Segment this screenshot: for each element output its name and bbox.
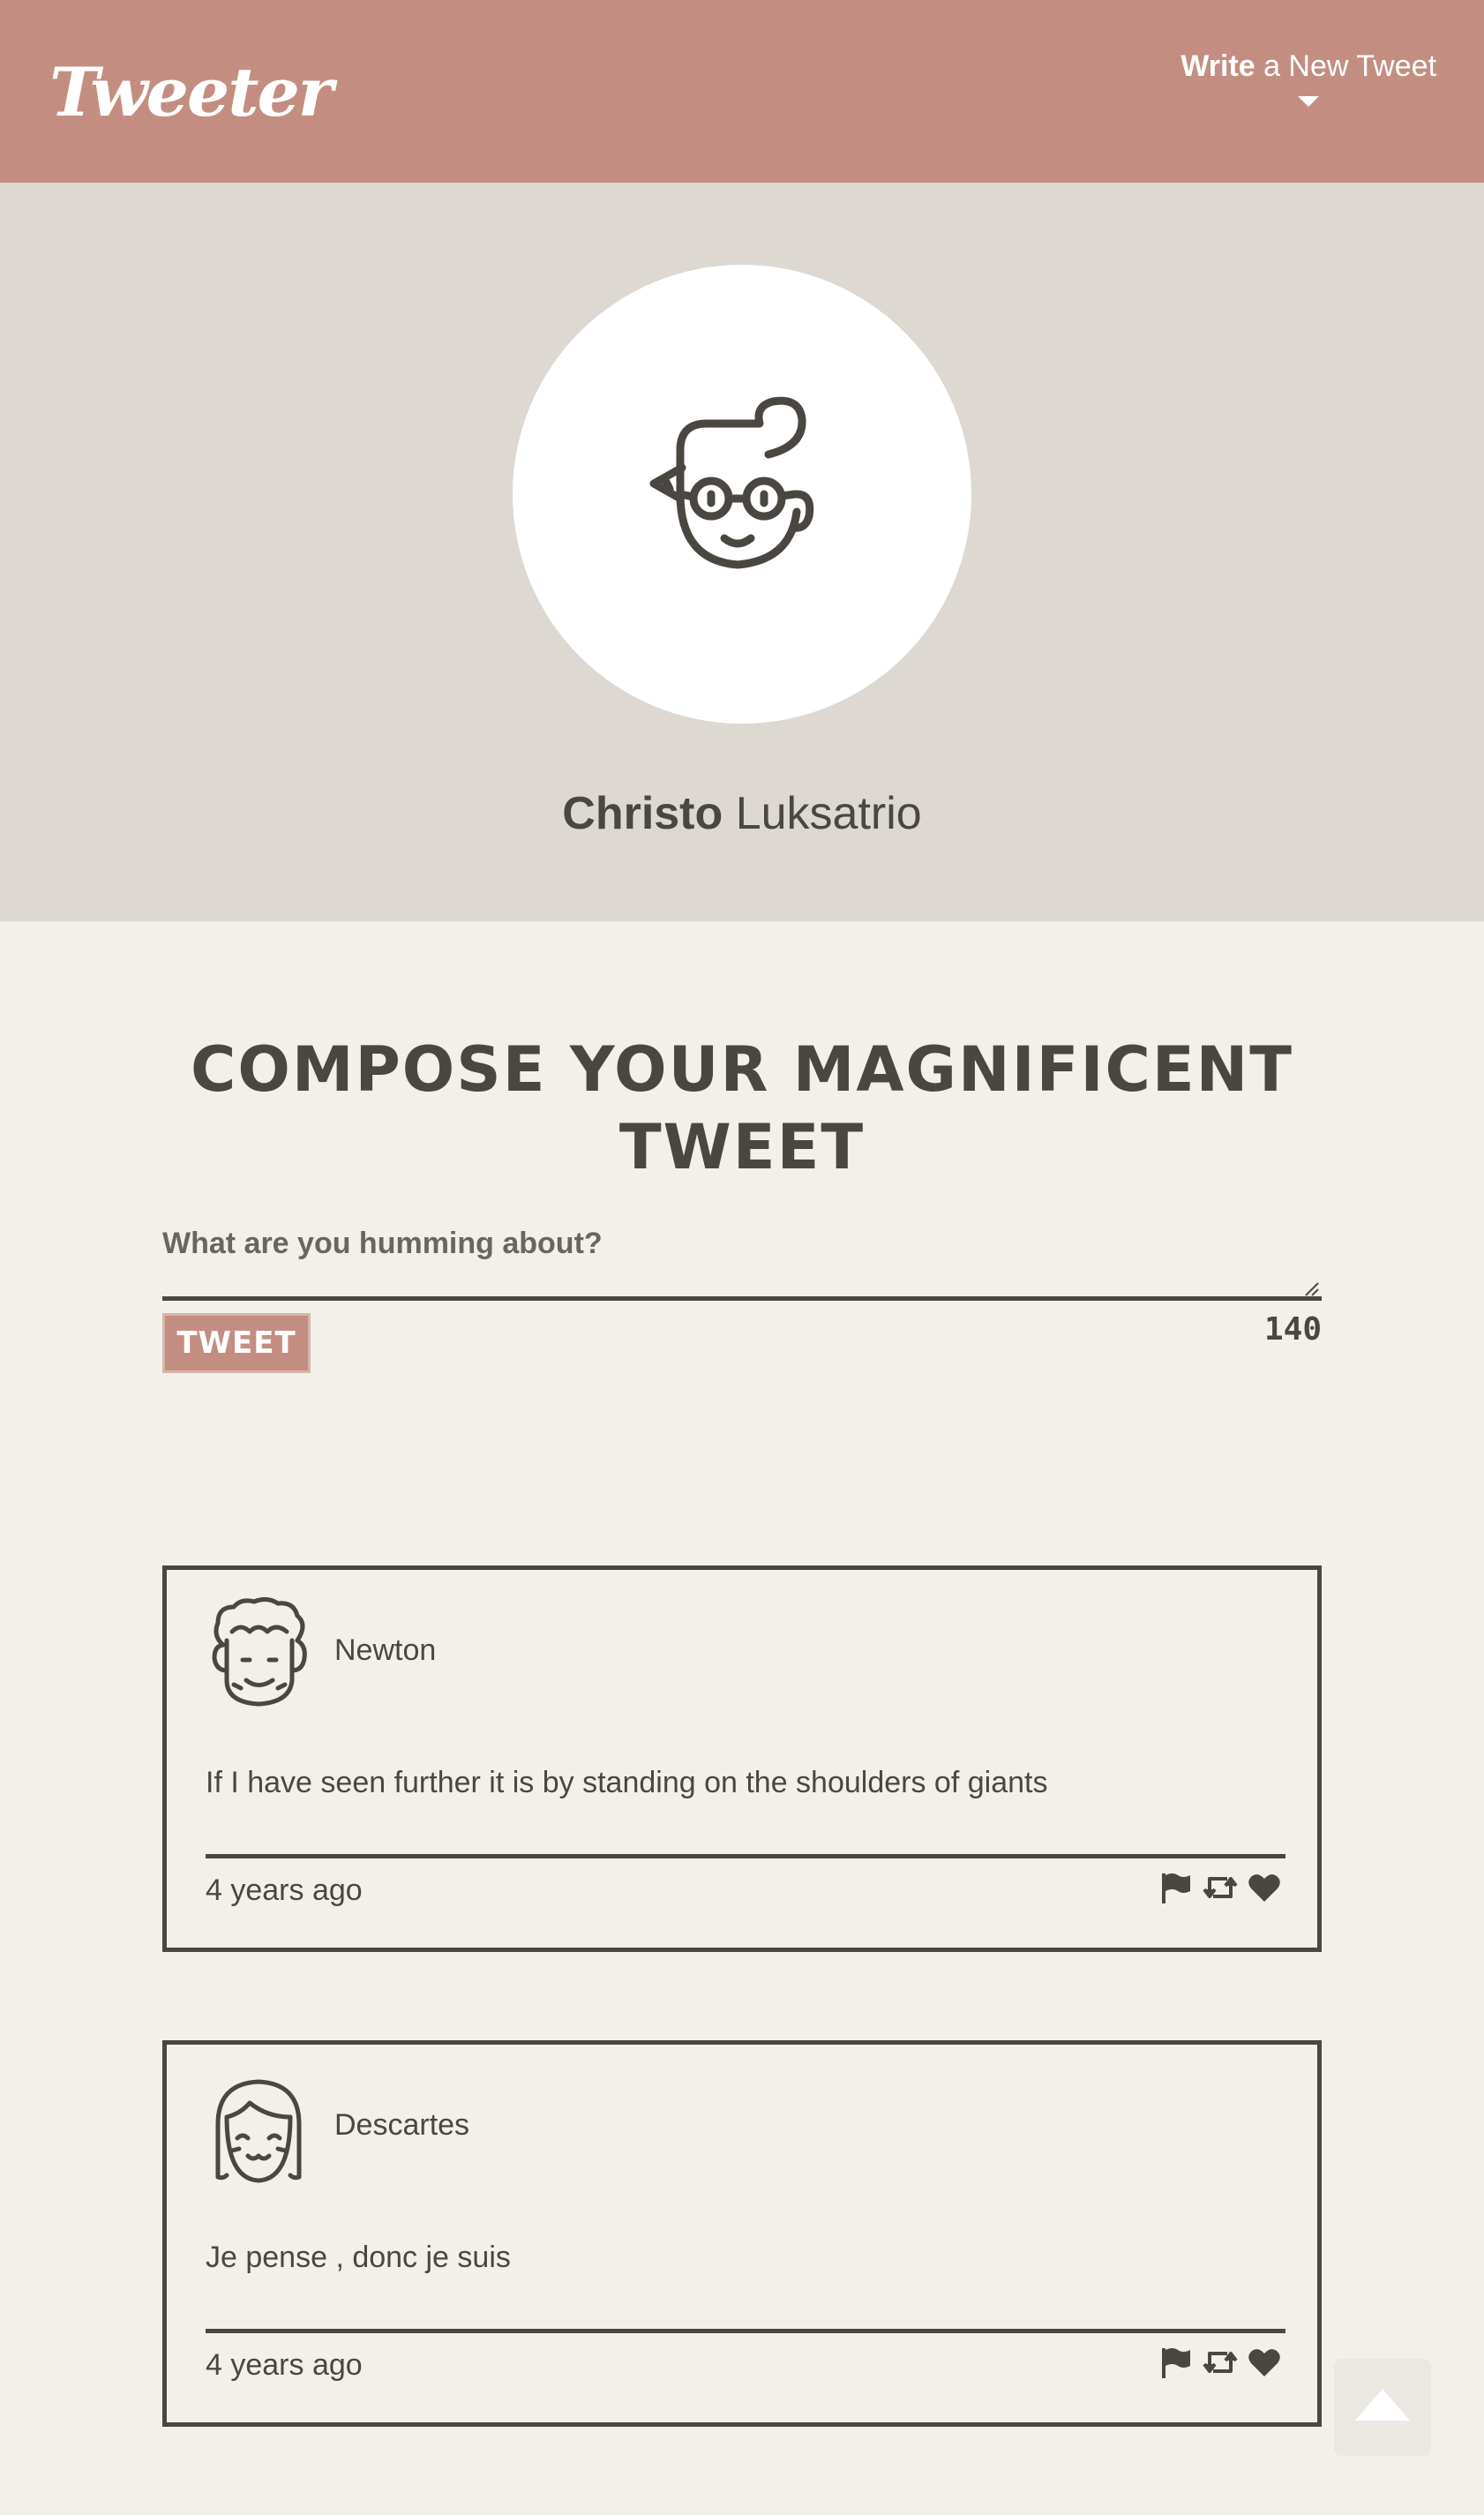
- write-label-bold: Write: [1180, 49, 1255, 83]
- tweet-text: Je pense , donc je suis: [206, 2241, 511, 2274]
- flag-icon[interactable]: [1158, 1870, 1194, 1905]
- bob-hair-face-icon: [215, 2079, 302, 2183]
- heart-icon[interactable]: [1247, 1870, 1282, 1905]
- tweet-author[interactable]: Descartes: [334, 2108, 469, 2143]
- scroll-to-top-button[interactable]: [1334, 2359, 1431, 2456]
- arrow-up-icon: [1355, 2389, 1410, 2421]
- char-counter: 140: [1263, 1311, 1322, 1348]
- caret-down-icon: [1298, 96, 1320, 107]
- write-new-tweet-toggle[interactable]: Write a New Tweet: [1180, 49, 1436, 107]
- profile-last-name: Luksatrio: [723, 788, 922, 839]
- tweet-card: Newton If I have seen further it is by s…: [162, 1565, 1322, 1952]
- curly-hair-face-icon: [212, 1596, 307, 1707]
- top-nav: Tweeter Write a New Tweet: [0, 0, 1484, 183]
- app-logo[interactable]: Tweeter: [49, 53, 334, 131]
- profile-name: Christo Luksatrio: [0, 787, 1484, 840]
- resize-grip-icon[interactable]: [1304, 1281, 1320, 1297]
- tweet-textarea[interactable]: [162, 1227, 1322, 1301]
- tweet-timestamp: 4 years ago: [206, 2348, 363, 2382]
- tweet-author[interactable]: Newton: [334, 1633, 436, 1668]
- tweet-submit-button[interactable]: Tweet: [162, 1313, 311, 1373]
- flag-icon[interactable]: [1158, 2345, 1194, 2380]
- profile-header: Christo Luksatrio: [0, 183, 1484, 921]
- tweet-card: Descartes Je pense , donc je suis 4 year…: [162, 2040, 1322, 2427]
- compose-title: Compose your magnificent tweet: [190, 1033, 1294, 1183]
- tweet-divider: [206, 1854, 1285, 1858]
- retweet-icon[interactable]: [1203, 2345, 1238, 2380]
- write-label-rest: a New Tweet: [1255, 49, 1436, 83]
- tweet-text: If I have seen further it is by standing…: [206, 1766, 1048, 1799]
- tweet-divider: [206, 2329, 1285, 2333]
- tweet-actions: [1158, 1870, 1282, 1905]
- profile-avatar: [513, 265, 971, 724]
- tweet-timestamp: 4 years ago: [206, 1873, 363, 1907]
- heart-icon[interactable]: [1247, 2345, 1282, 2380]
- profile-first-name: Christo: [562, 788, 723, 839]
- tweet-actions: [1158, 2345, 1282, 2380]
- retweet-icon[interactable]: [1203, 1870, 1238, 1905]
- person-with-glasses-icon: [649, 396, 814, 569]
